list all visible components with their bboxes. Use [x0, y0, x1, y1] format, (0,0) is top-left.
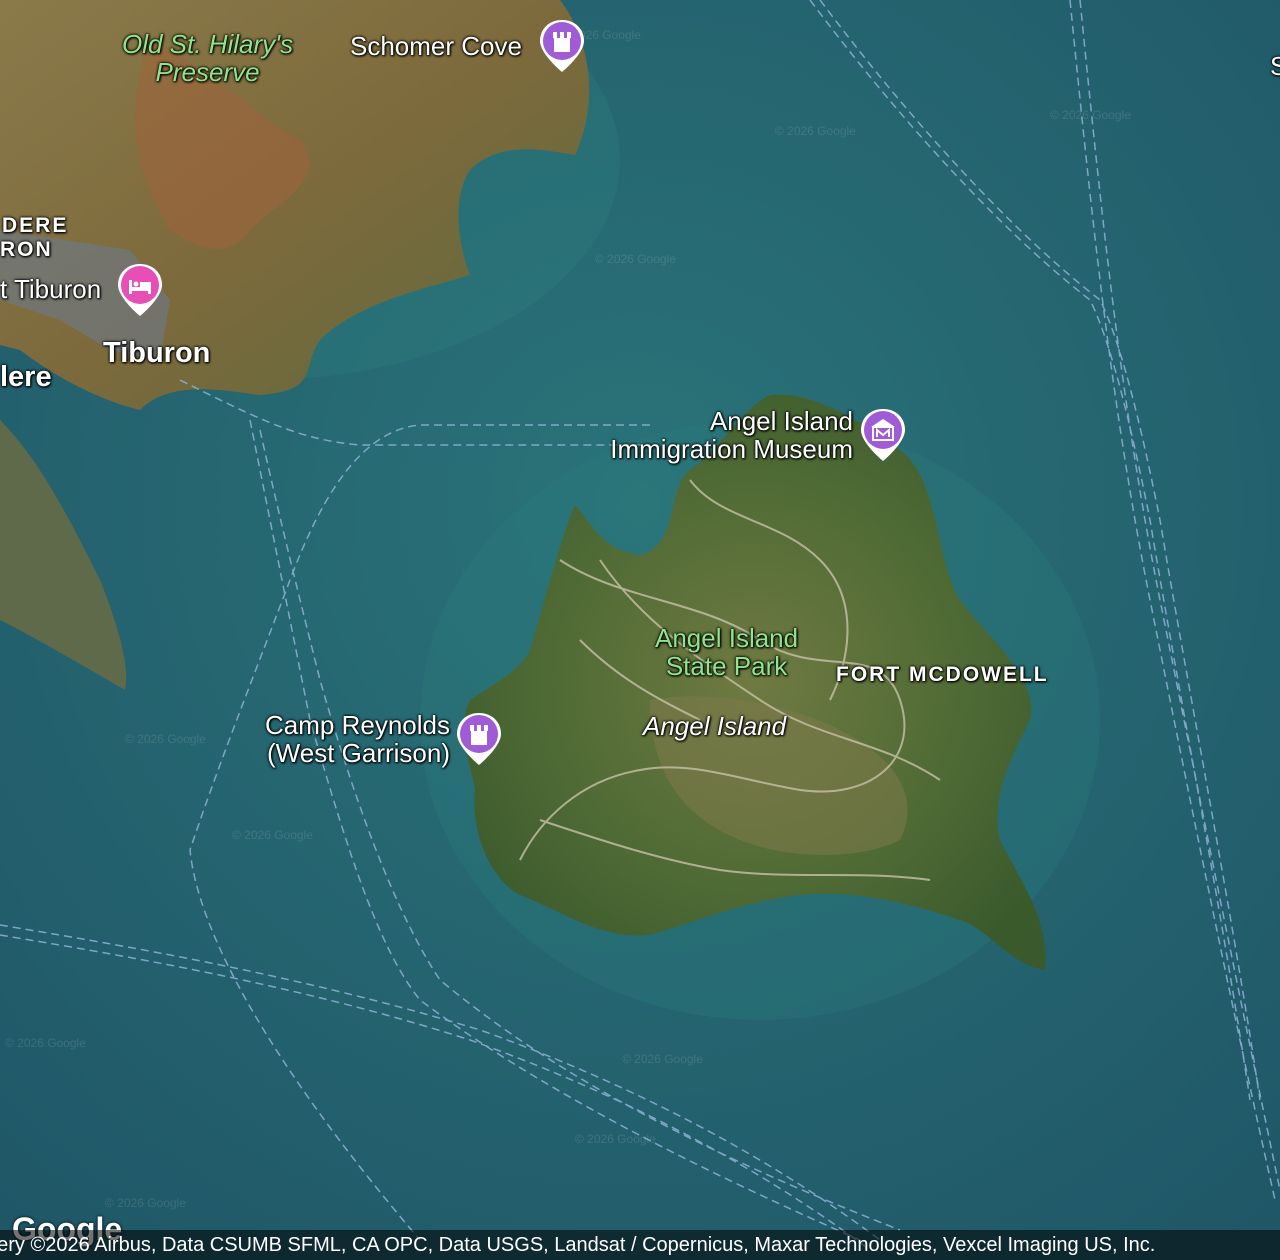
- label-edge-fragment: S: [1270, 51, 1280, 81]
- watermark: © 2026 Google: [105, 1196, 186, 1210]
- label-angel-island[interactable]: Angel Island: [643, 712, 786, 740]
- watermark: © 2026 Google: [5, 1036, 86, 1050]
- label-belvedere-town[interactable]: lere: [0, 363, 52, 392]
- watermark: © 2026 Google: [232, 828, 313, 842]
- label-schomer-cove[interactable]: Schomer Cove: [350, 32, 522, 60]
- label-lodge-tiburon[interactable]: t Tiburon: [0, 275, 101, 303]
- watermark: © 2026 Google: [575, 1132, 656, 1146]
- landmark-pin-schomer-cove[interactable]: [538, 18, 586, 74]
- watermark: © 2026 Google: [622, 1052, 703, 1066]
- museum-pin-angel-island-immigration[interactable]: [859, 407, 907, 463]
- satellite-map[interactable]: [0, 0, 1280, 1260]
- label-angel-island-state-park[interactable]: Angel Island State Park: [655, 624, 798, 680]
- attribution-text: gery ©2026 Airbus, Data CSUMB SFML, CA O…: [0, 1234, 1156, 1256]
- label-fort-mcdowell[interactable]: FORT MCDOWELL: [836, 661, 1049, 689]
- castle-icon: [470, 725, 488, 745]
- watermark: © 2026 Google: [125, 732, 206, 746]
- landmark-pin-camp-reynolds[interactable]: [455, 711, 503, 767]
- castle-icon: [553, 32, 571, 52]
- label-angel-island-immigration-museum[interactable]: Angel Island Immigration Museum: [585, 407, 853, 463]
- watermark: © 2026 Google: [775, 124, 856, 138]
- label-tiburon-area-fragment: RON: [0, 238, 53, 261]
- watermark: © 2026 Google: [1050, 108, 1131, 122]
- label-tiburon[interactable]: Tiburon: [103, 339, 210, 368]
- label-camp-reynolds[interactable]: Camp Reynolds (West Garrison): [250, 711, 450, 767]
- label-old-st-hilarys-preserve[interactable]: Old St. Hilary's Preserve: [122, 30, 293, 86]
- watermark: © 2026 Google: [595, 252, 676, 266]
- attribution-bar: gery ©2026 Airbus, Data CSUMB SFML, CA O…: [0, 1230, 1280, 1260]
- hotel-pin-lodge-tiburon[interactable]: [116, 262, 164, 318]
